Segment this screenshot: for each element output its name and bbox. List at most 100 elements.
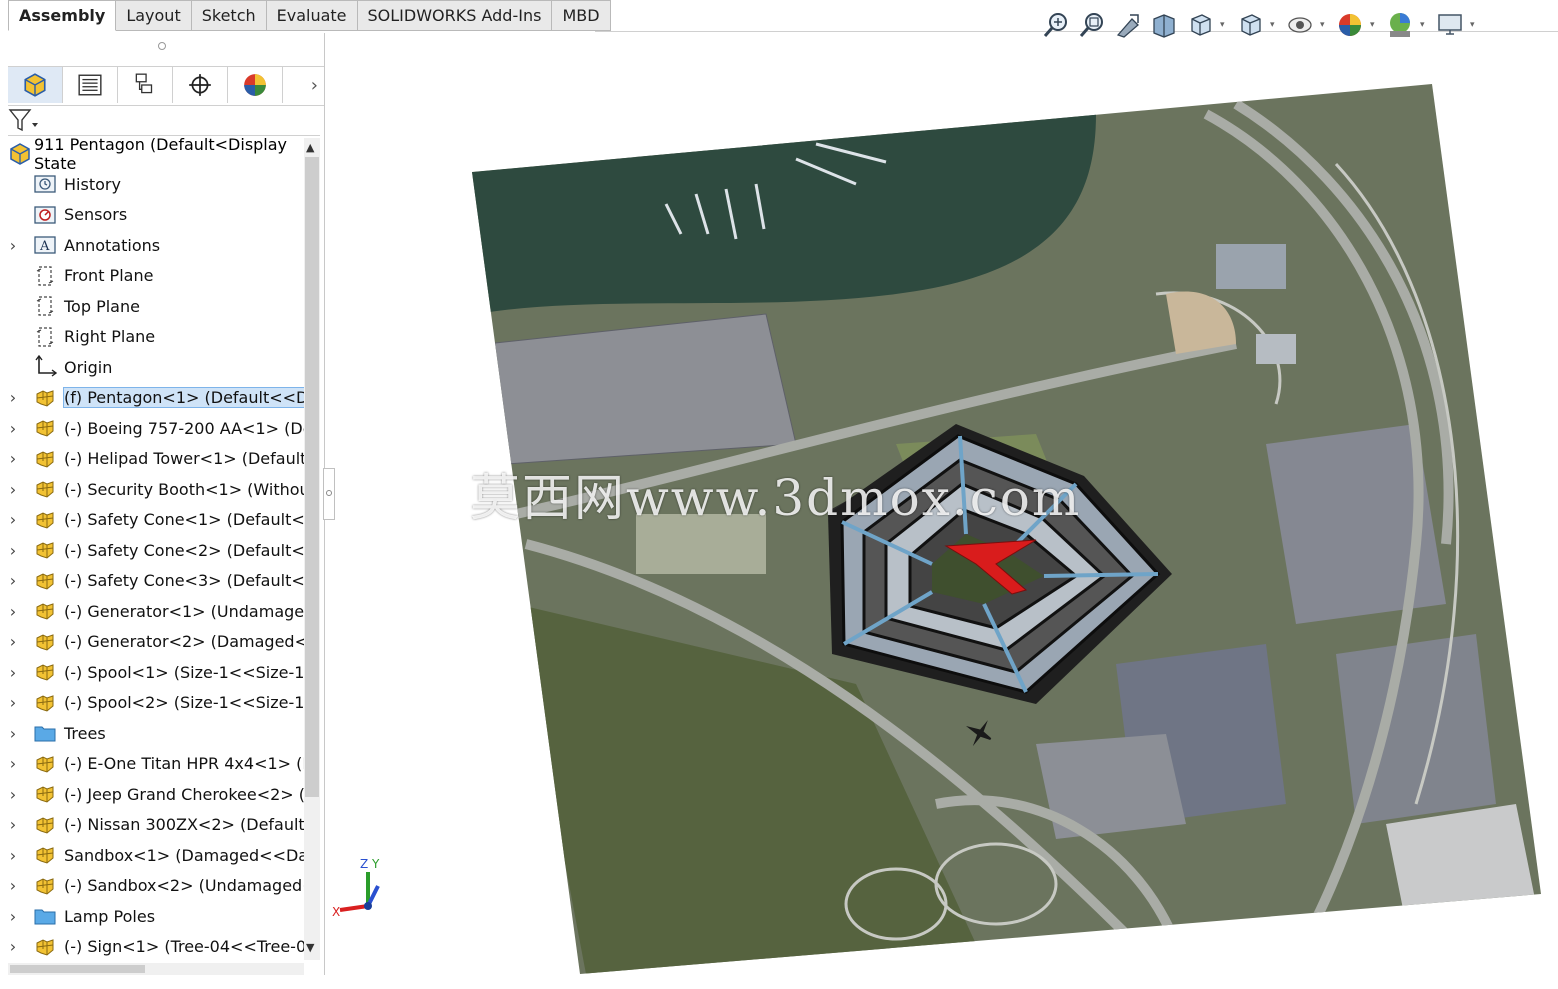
tab-sketch[interactable]: Sketch — [191, 0, 267, 31]
dropdown-arrow-icon[interactable]: ▾ — [1470, 20, 1480, 30]
configurationmanager-tab[interactable] — [118, 67, 173, 103]
expand-arrow-icon[interactable]: › — [8, 480, 18, 499]
expand-arrow-icon[interactable]: › — [8, 937, 18, 956]
tree-item[interactable]: › (-) Helipad Tower<1> (Default<- — [8, 444, 304, 475]
panel-splitter-handle[interactable] — [323, 468, 335, 520]
expand-arrow-icon[interactable]: › — [8, 632, 18, 651]
dropdown-arrow-icon[interactable]: ▾ — [1320, 20, 1330, 30]
tree-root[interactable]: 911 Pentagon (Default<Display State — [8, 135, 304, 173]
previous-view-icon[interactable] — [1112, 9, 1144, 41]
tab-mbd[interactable]: MBD — [552, 0, 611, 31]
featuremanager-tree-tab[interactable] — [8, 67, 63, 103]
hide-show-items-icon[interactable] — [1284, 9, 1316, 41]
expand-arrow-icon[interactable]: › — [8, 236, 18, 255]
tree-item[interactable]: › (-) Spool<2> (Size-1<<Size-1>_[ — [8, 688, 304, 719]
filter-icon[interactable] — [8, 106, 42, 134]
tree-item-label: Lamp Poles — [64, 906, 156, 926]
expand-arrow-icon[interactable]: › — [8, 663, 18, 682]
tree-item[interactable]: History — [8, 169, 304, 200]
tree-item[interactable]: › (-) Sign<1> (Tree-04<<Tree-04> — [8, 932, 304, 963]
filter-row — [8, 105, 320, 136]
panel-grip-icon[interactable] — [158, 42, 166, 50]
tree-item-label: Sandbox<1> (Damaged<<Dam — [64, 845, 304, 865]
tree-item[interactable]: Top Plane — [8, 291, 304, 322]
tree-item[interactable]: › (-) E-One Titan HPR 4x4<1> (De — [8, 749, 304, 780]
tree-item[interactable]: Front Plane — [8, 261, 304, 292]
displaymanager-tab[interactable] — [228, 67, 283, 103]
view-settings-icon[interactable] — [1434, 9, 1466, 41]
assembly-icon — [32, 842, 58, 868]
tab-assembly[interactable]: Assembly — [8, 0, 117, 31]
tree-item-label: (-) Sandbox<2> (Undamaged<< — [64, 876, 304, 896]
tree-item[interactable]: › Sandbox<1> (Damaged<<Dam — [8, 840, 304, 871]
tree-item[interactable]: › Trees — [8, 718, 304, 749]
tree-item[interactable]: › (-) Boeing 757-200 AA<1> (Defa — [8, 413, 304, 444]
expand-arrow-icon[interactable]: › — [8, 449, 18, 468]
tree-item[interactable]: › (-) Generator<1> (Undamaged< — [8, 596, 304, 627]
dimxpertmanager-tab[interactable] — [173, 67, 228, 103]
tree-item[interactable]: › (-) Jeep Grand Cherokee<2> (De — [8, 779, 304, 810]
scroll-down-icon[interactable]: ▼ — [306, 941, 314, 954]
assembly-icon — [32, 690, 58, 716]
expand-arrow-icon[interactable]: › — [8, 876, 18, 895]
tab-solidworks-add-ins[interactable]: SOLIDWORKS Add-Ins — [357, 0, 553, 31]
dropdown-arrow-icon[interactable]: ▾ — [1370, 20, 1380, 30]
command-manager-tabs: Assembly Layout Sketch Evaluate SOLIDWORKS A… — [8, 0, 611, 33]
tree-item[interactable]: › (-) Nissan 300ZX<2> (Default<< — [8, 810, 304, 841]
tree-item[interactable]: › A Annotations — [8, 230, 304, 261]
expand-arrow-icon[interactable]: › — [8, 724, 18, 743]
expand-arrow-icon[interactable]: › — [8, 571, 18, 590]
tree-item[interactable]: › (-) Safety Cone<3> (Default<<D — [8, 566, 304, 597]
tab-layout[interactable]: Layout — [116, 0, 192, 31]
tree-scroll-thumb[interactable] — [305, 157, 319, 797]
display-style-icon[interactable] — [1234, 9, 1266, 41]
tree-item[interactable]: › (-) Sandbox<2> (Undamaged<< — [8, 871, 304, 902]
tree-item[interactable]: › (f) Pentagon<1> (Default<<Def — [8, 383, 304, 414]
dropdown-arrow-icon[interactable]: ▾ — [1220, 20, 1230, 30]
edit-appearance-icon[interactable] — [1334, 9, 1366, 41]
tree-item-label: Origin — [64, 357, 113, 377]
tree-item[interactable]: Origin — [8, 352, 304, 383]
expand-arrow-icon[interactable]: › — [8, 785, 18, 804]
more-tabs-icon[interactable]: › — [311, 75, 318, 96]
view-orientation-icon[interactable] — [1184, 9, 1216, 41]
zoom-to-fit-icon[interactable] — [1040, 9, 1072, 41]
expand-arrow-icon[interactable]: › — [8, 815, 18, 834]
tree-item[interactable]: › (-) Spool<1> (Size-1<<Size-1>_[ — [8, 657, 304, 688]
zoom-to-area-icon[interactable] — [1076, 9, 1108, 41]
tab-evaluate[interactable]: Evaluate — [266, 0, 358, 31]
tree-item-label: (-) Sign<1> (Tree-04<<Tree-04> — [64, 937, 304, 957]
scroll-up-icon[interactable]: ▲ — [306, 141, 314, 154]
section-view-icon[interactable] — [1148, 9, 1180, 41]
expand-arrow-icon[interactable]: › — [8, 693, 18, 712]
tree-item[interactable]: › Lamp Poles — [8, 901, 304, 932]
expand-arrow-icon[interactable]: › — [8, 388, 18, 407]
displaymanager-icon — [244, 74, 266, 96]
expand-arrow-icon[interactable]: › — [8, 846, 18, 865]
tree-item-label: (f) Pentagon<1> (Default<<Def — [63, 387, 304, 409]
coordinate-triad: X Y Z — [332, 857, 380, 919]
tree-item[interactable]: Right Plane — [8, 322, 304, 353]
propertymanager-tab[interactable] — [63, 67, 118, 103]
tree-hscroll-thumb[interactable] — [10, 965, 145, 973]
tree-item-label: (-) Safety Cone<1> (Default<<D — [64, 510, 304, 530]
assembly-icon — [32, 751, 58, 777]
feature-manager-panel: › 911 Pentagon (Default<Display State Hi… — [8, 33, 325, 975]
tree-item-label: (-) Safety Cone<3> (Default<<D — [64, 571, 304, 591]
tree-item[interactable]: › (-) Safety Cone<2> (Default<<D — [8, 535, 304, 566]
expand-arrow-icon[interactable]: › — [8, 602, 18, 621]
apply-scene-icon[interactable] — [1384, 9, 1416, 41]
expand-arrow-icon[interactable]: › — [8, 510, 18, 529]
tree-item[interactable]: Sensors — [8, 200, 304, 231]
expand-arrow-icon[interactable]: › — [8, 907, 18, 926]
expand-arrow-icon[interactable]: › — [8, 754, 18, 773]
tree-item-label: (-) Spool<2> (Size-1<<Size-1>_[ — [64, 693, 304, 713]
expand-arrow-icon[interactable]: › — [8, 419, 18, 438]
expand-arrow-icon[interactable]: › — [8, 541, 18, 560]
tree-item[interactable]: › (-) Safety Cone<1> (Default<<D — [8, 505, 304, 536]
dropdown-arrow-icon[interactable]: ▾ — [1420, 20, 1430, 30]
assembly-icon — [32, 446, 58, 472]
tree-item[interactable]: › (-) Generator<2> (Damaged<<D — [8, 627, 304, 658]
tree-item[interactable]: › (-) Security Booth<1> (Without — [8, 474, 304, 505]
dropdown-arrow-icon[interactable]: ▾ — [1270, 20, 1280, 30]
